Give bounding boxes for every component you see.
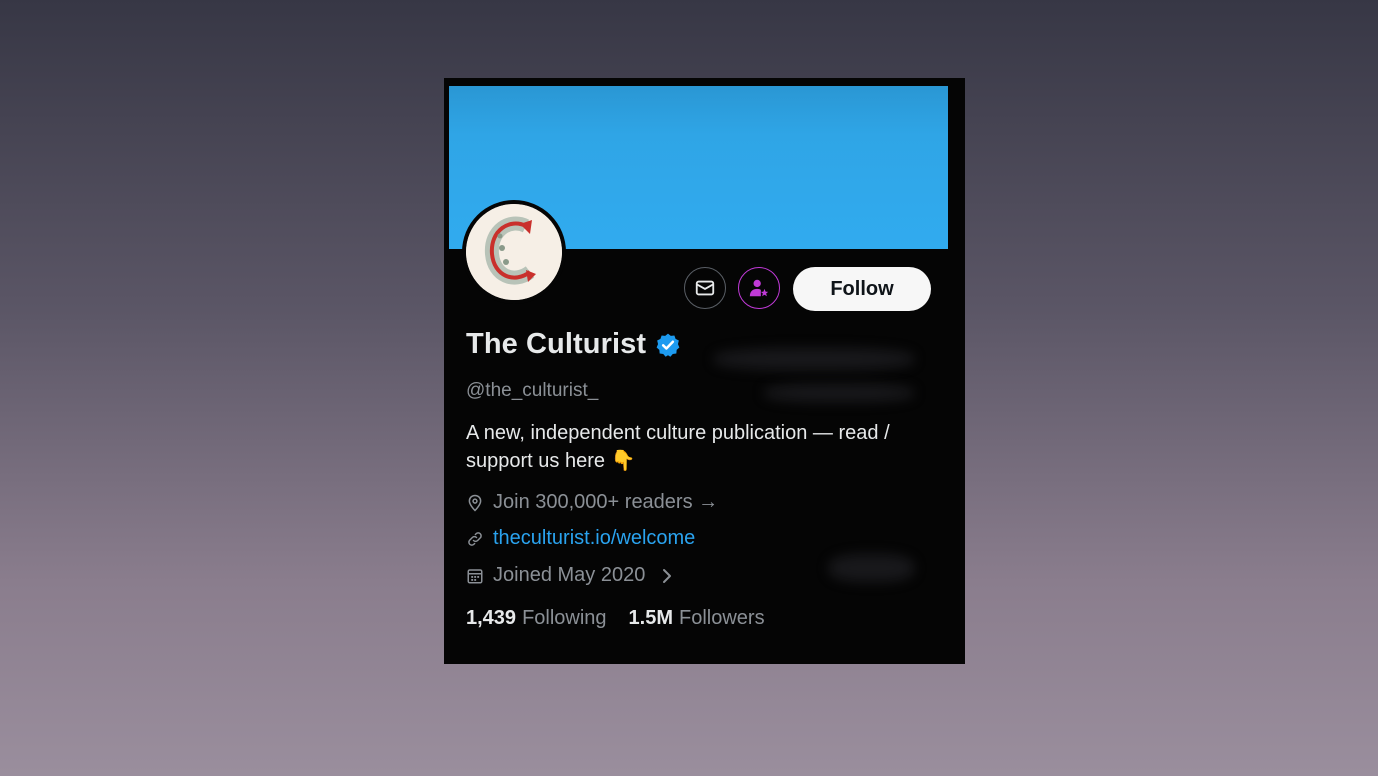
blur-artifact — [764, 384, 914, 402]
subscribe-button[interactable] — [738, 267, 780, 309]
avatar-image — [466, 204, 562, 300]
chevron-right-icon — [663, 568, 672, 583]
profile-card: Follow The Culturist @the_culturist_ A n… — [444, 78, 965, 664]
following-stat[interactable]: 1,439 Following — [466, 607, 607, 630]
calendar-icon — [467, 568, 483, 583]
message-button[interactable] — [684, 267, 726, 309]
display-name: The Culturist — [466, 328, 647, 360]
follow-stats: 1,439 Following 1.5M Followers — [466, 607, 787, 630]
blur-artifact — [829, 554, 914, 582]
following-label: Following — [522, 607, 607, 629]
website-row: theculturist.io/welcome — [466, 527, 695, 550]
following-count: 1,439 — [466, 607, 517, 629]
followers-count: 1.5M — [628, 607, 674, 629]
joined-row[interactable]: Joined May 2020 — [466, 564, 673, 587]
handle: @the_culturist_ — [466, 380, 599, 401]
bio: A new, independent culture publication —… — [466, 422, 890, 472]
link-icon — [468, 531, 482, 546]
blur-artifact — [714, 348, 914, 370]
location-row: Join 300,000+ readers → — [466, 491, 718, 514]
follow-button[interactable]: Follow — [793, 267, 931, 311]
website-link[interactable]: theculturist.io/welcome — [493, 527, 695, 550]
followers-stat[interactable]: 1.5M Followers — [629, 607, 765, 630]
followers-label: Followers — [679, 607, 765, 629]
location-pin-icon — [468, 494, 482, 512]
subscribe-person-star-icon — [749, 279, 769, 297]
avatar[interactable] — [462, 200, 566, 304]
joined-text: Joined May 2020 — [493, 564, 646, 586]
verified-badge-icon[interactable] — [655, 332, 681, 358]
location-text: Join 300,000+ readers → — [493, 491, 719, 513]
envelope-icon — [695, 280, 715, 296]
name-row: The Culturist — [466, 328, 681, 361]
